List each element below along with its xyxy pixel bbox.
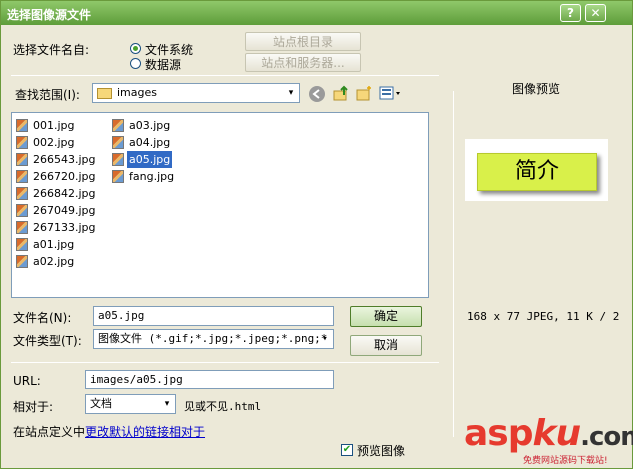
url-label: URL: (13, 374, 41, 388)
file-item[interactable]: 267133.jpg (16, 219, 98, 236)
preview-info: 168 x 77 JPEG, 11 K / 2 (467, 310, 620, 323)
file-name: a01.jpg (33, 238, 75, 251)
watermark-asp: asp (464, 413, 533, 454)
chevron-down-icon: ▾ (288, 88, 294, 98)
watermark-com: .com (580, 422, 633, 452)
radio-data-source[interactable] (130, 58, 141, 69)
file-column-1: 001.jpg 002.jpg 266543.jpg 266720.jpg 26… (16, 117, 98, 270)
filetype-label: 文件类型(T): (13, 334, 82, 348)
folder-icon (97, 88, 112, 99)
file-name: 002.jpg (33, 136, 75, 149)
file-name: 267049.jpg (33, 204, 96, 217)
watermark-logo: aspku.com (464, 413, 633, 454)
file-item[interactable]: a04.jpg (112, 134, 176, 151)
file-name: a03.jpg (129, 119, 171, 132)
new-folder-icon[interactable] (356, 85, 372, 101)
url-input[interactable]: images/a05.jpg (85, 370, 334, 389)
watermark-subtitle: 免费网站源码下载站! (523, 456, 608, 466)
divider-top (11, 75, 439, 76)
preview-image: 简介 (477, 153, 597, 191)
relative-value: 文档 (90, 397, 112, 410)
file-item[interactable]: fang.jpg (112, 168, 176, 185)
relative-label: 相对于: (13, 400, 54, 414)
select-image-dialog: 选择图像源文件 ? ✕ 选择文件名自: 文件系统 数据源 站点根目录 站点和服务… (0, 0, 633, 469)
file-item[interactable]: a03.jpg (112, 117, 176, 134)
dialog-title: 选择图像源文件 (7, 8, 92, 22)
jpg-file-icon (16, 255, 28, 268)
file-list[interactable]: 001.jpg 002.jpg 266543.jpg 266720.jpg 26… (11, 112, 429, 298)
source-label: 选择文件名自: (13, 43, 90, 57)
jpg-file-icon (112, 153, 124, 166)
jpg-file-icon (16, 153, 28, 166)
cancel-button[interactable]: 取消 (350, 335, 422, 356)
jpg-file-icon (112, 170, 124, 183)
filename-input[interactable]: a05.jpg (93, 306, 334, 326)
file-item[interactable]: 001.jpg (16, 117, 98, 134)
jpg-file-icon (16, 204, 28, 217)
lookin-select[interactable]: images ▾ (92, 83, 300, 103)
file-column-2: a03.jpg a04.jpg a05.jpg fang.jpg (112, 117, 176, 185)
file-item[interactable]: 266720.jpg (16, 168, 98, 185)
jpg-file-icon (16, 119, 28, 132)
site-root-button[interactable]: 站点根目录 (245, 32, 361, 51)
relative-select[interactable]: 文档 ▾ (85, 394, 176, 414)
back-icon[interactable] (309, 86, 325, 102)
divider-bottom (11, 362, 439, 363)
ok-button[interactable]: 确定 (350, 306, 422, 327)
file-name: 266720.jpg (33, 170, 96, 183)
file-name: 266543.jpg (33, 153, 96, 166)
file-item[interactable]: 267049.jpg (16, 202, 98, 219)
change-default-link[interactable]: 更改默认的链接相对于 (85, 423, 205, 440)
image-preview: 简介 (465, 139, 608, 201)
file-item[interactable]: a01.jpg (16, 236, 98, 253)
file-item[interactable]: 266842.jpg (16, 185, 98, 202)
close-button[interactable]: ✕ (585, 4, 606, 22)
filetype-select[interactable]: 图像文件 (*.gif;*.jpg;*.jpeg;*.png;* ▾ (93, 329, 334, 349)
file-name: a05.jpg (127, 151, 173, 168)
preview-checkbox-label: 预览图像 (357, 444, 406, 458)
jpg-file-icon (16, 187, 28, 200)
file-name: 267133.jpg (33, 221, 96, 234)
jpg-file-icon (16, 221, 28, 234)
jpg-file-icon (16, 170, 28, 183)
chevron-down-icon: ▾ (322, 334, 328, 344)
file-name: 266842.jpg (33, 187, 96, 200)
file-name: a02.jpg (33, 255, 75, 268)
file-name: 001.jpg (33, 119, 75, 132)
jpg-file-icon (112, 119, 124, 132)
title-bar: 选择图像源文件 ? ✕ (1, 1, 632, 25)
file-name: a04.jpg (129, 136, 171, 149)
chevron-down-icon: ▾ (164, 399, 170, 409)
radio-file-system[interactable] (130, 43, 141, 54)
file-item[interactable]: 266543.jpg (16, 151, 98, 168)
watermark-ku: ku (532, 413, 582, 454)
file-item[interactable]: a02.jpg (16, 253, 98, 270)
filetype-value: 图像文件 (*.gif;*.jpg;*.jpeg;*.png;* (98, 332, 328, 345)
relative-note: 见或不见.html (184, 400, 262, 413)
radio-data-source-label: 数据源 (145, 58, 182, 72)
jpg-file-icon (16, 238, 28, 251)
lookin-label: 查找范围(I): (15, 88, 80, 102)
jpg-file-icon (16, 136, 28, 149)
lookin-value: images (117, 86, 157, 99)
preview-heading: 图像预览 (512, 82, 561, 96)
view-menu-icon[interactable] (379, 86, 403, 101)
help-button[interactable]: ? (560, 4, 581, 22)
divider-vertical (453, 91, 454, 437)
file-item[interactable]: 002.jpg (16, 134, 98, 151)
file-item-selected[interactable]: a05.jpg (112, 151, 176, 168)
preview-checkbox[interactable]: ✔ (341, 444, 353, 456)
jpg-file-icon (112, 136, 124, 149)
file-name: fang.jpg (129, 170, 175, 183)
site-def-prefix: 在站点定义中 (13, 425, 86, 439)
filename-label: 文件名(N): (13, 311, 72, 325)
site-server-button[interactable]: 站点和服务器... (245, 53, 361, 72)
up-folder-icon[interactable] (333, 85, 349, 101)
